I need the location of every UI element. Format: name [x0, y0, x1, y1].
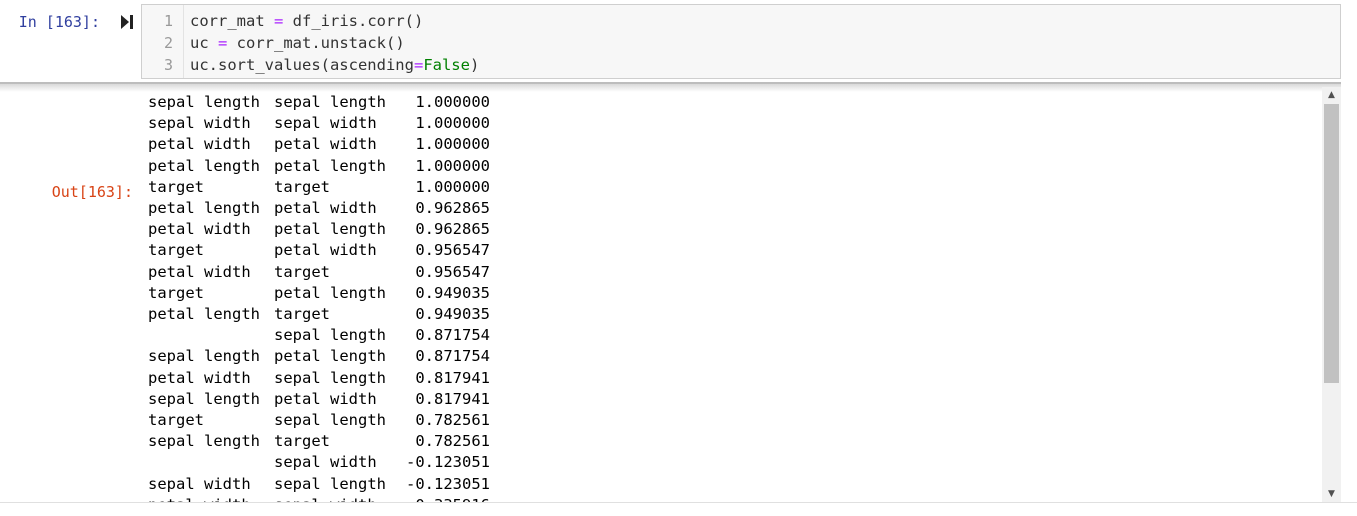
index-level-0: petal width: [148, 368, 251, 387]
series-value: 1.000000: [415, 156, 490, 175]
code-text: uc.sort_values(ascending: [190, 56, 414, 74]
series-value: -0.335916: [378, 495, 490, 502]
index-level-0: petal width: [148, 220, 251, 239]
index-level-1: petal length: [274, 156, 386, 175]
index-level-1: sepal width: [274, 495, 377, 502]
index-level-1: petal length: [274, 283, 386, 302]
series-value: 0.817941: [415, 368, 490, 387]
series-value: 0.962865: [415, 220, 490, 239]
index-level-0: sepal width: [148, 114, 251, 133]
code-text: ): [469, 56, 480, 74]
scroll-down-arrow-icon[interactable]: ▼: [1322, 487, 1341, 501]
series-value: 0.871754: [415, 326, 490, 345]
index-level-1: sepal length: [274, 368, 386, 387]
index-level-1: petal width: [274, 389, 377, 408]
line-number: 2: [163, 34, 173, 52]
scroll-up-arrow-icon[interactable]: ▲: [1322, 88, 1341, 102]
index-level-0: sepal width: [148, 474, 251, 493]
index-level-0: sepal length: [148, 432, 260, 451]
series-value: 1.000000: [415, 93, 490, 111]
series-value: 1.000000: [415, 135, 490, 154]
index-level-0: target: [148, 283, 204, 302]
index-level-1: sepal length: [274, 93, 386, 111]
run-cell-icon[interactable]: [120, 14, 134, 30]
input-prompt: In [163]:: [18, 13, 100, 31]
line-number: 1: [163, 12, 173, 30]
series-value: 0.871754: [415, 347, 490, 366]
series-value: 1.000000: [415, 114, 490, 133]
index-level-0: petal length: [148, 305, 260, 323]
code-operator: =: [218, 34, 228, 52]
output-area: Out[163]: sepal length sepal length 1.0000…: [0, 90, 1322, 502]
code-operator: =: [274, 12, 284, 30]
index-level-1: petal width: [274, 199, 377, 217]
series-value: -0.123051: [406, 453, 490, 472]
code-text: df_iris.corr(): [283, 12, 424, 30]
series-value: 0.949035: [415, 283, 490, 302]
index-level-0: petal length: [148, 156, 260, 175]
index-level-0: petal width: [148, 262, 251, 281]
notebook-page: In [163]: 1 2 3 corr_mat = df_iris.corr(…: [0, 0, 1357, 516]
output-scrollbar[interactable]: ▲ ▼: [1322, 87, 1341, 502]
series-value: -0.123051: [406, 474, 490, 493]
index-level-1: sepal length: [274, 411, 386, 429]
index-level-0: target: [148, 177, 204, 196]
series-value: 0.956547: [415, 262, 490, 281]
index-level-0: petal width: [148, 495, 251, 502]
index-level-0: petal width: [148, 135, 251, 154]
index-level-1: sepal width: [274, 114, 377, 133]
index-level-1: sepal width: [274, 453, 377, 472]
index-level-0: target: [148, 411, 204, 429]
series-value: 0.949035: [415, 305, 490, 323]
page-bottom-edge: [0, 502, 1357, 516]
code-keyword: False: [423, 56, 470, 74]
code-operator: =: [413, 56, 424, 74]
index-level-1: petal length: [274, 347, 386, 366]
index-level-1: sepal length: [274, 474, 386, 493]
index-level-1: target: [274, 432, 330, 451]
index-level-0: sepal length: [148, 347, 260, 366]
index-level-0: sepal length: [148, 93, 260, 111]
index-level-0: petal length: [148, 199, 260, 217]
series-value: 0.817941: [415, 389, 490, 408]
code-text: corr_mat.unstack(): [227, 34, 405, 52]
series-value: 0.782561: [415, 432, 490, 451]
index-level-1: sepal length: [274, 326, 386, 345]
series-value: 0.782561: [415, 411, 490, 429]
index-level-1: target: [274, 262, 330, 281]
series-value: 1.000000: [415, 177, 490, 196]
series-value: 0.956547: [415, 241, 490, 260]
code-line[interactable]: corr_mat = df_iris.corr(): [190, 11, 423, 32]
code-line[interactable]: uc.sort_values(ascending=False): [190, 55, 479, 76]
index-level-1: petal length: [274, 220, 386, 239]
index-level-1: petal width: [274, 135, 377, 154]
code-line[interactable]: uc = corr_mat.unstack(): [190, 33, 405, 54]
line-number: 3: [163, 56, 173, 74]
code-text: corr_mat: [190, 12, 274, 30]
code-text: uc: [190, 34, 218, 52]
scrollbar-thumb[interactable]: [1324, 104, 1339, 383]
line-number-gutter: 1 2 3: [142, 5, 184, 78]
code-editor[interactable]: 1 2 3 corr_mat = df_iris.corr() uc = cor…: [141, 4, 1341, 79]
index-level-1: petal width: [274, 241, 377, 260]
series-value: 0.962865: [415, 199, 490, 217]
index-level-1: target: [274, 177, 330, 196]
index-level-1: target: [274, 305, 330, 323]
index-level-0: sepal length: [148, 389, 260, 408]
output-prompt: Out[163]:: [51, 183, 133, 201]
index-level-0: target: [148, 241, 204, 260]
